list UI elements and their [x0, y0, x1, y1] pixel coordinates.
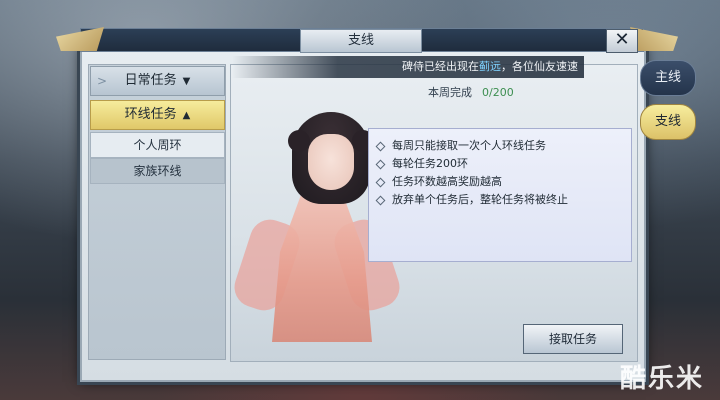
quest-rules-box: 每周只能接取一次个人环线任务 每轮任务200环 任务环数越高奖励越高 放弃单个任… — [368, 128, 632, 262]
close-button[interactable]: ✕ — [606, 29, 638, 53]
triangle-down-icon: ▼ — [182, 76, 191, 87]
diamond-bullet-icon — [375, 159, 386, 169]
subitem-personal-weekly-loop[interactable]: 个人周环 — [90, 132, 225, 158]
announcement-place: 蓟远 — [479, 60, 501, 73]
site-watermark: 酷乐米 — [620, 364, 705, 394]
category-label: 环线任务 — [124, 107, 177, 122]
window-title: 支线 — [300, 29, 422, 53]
subitem-family-loop[interactable]: 家族环线 — [90, 158, 225, 184]
diamond-bullet-icon — [375, 195, 386, 205]
tab-side-quest[interactable]: 支线 — [640, 104, 696, 140]
announcement-marquee: 碑侍已经出现在蓟远，各位仙友速速 — [232, 56, 584, 78]
npc-character-portrait — [229, 100, 405, 356]
rule-item: 每周只能接取一次个人环线任务 — [375, 137, 546, 153]
tab-main-quest[interactable]: 主线 — [640, 60, 696, 96]
rule-item: 放弃单个任务后，整轮任务将被终止 — [375, 191, 568, 207]
diamond-bullet-icon — [375, 177, 386, 187]
progress-value: 0/200 — [482, 86, 514, 99]
progress-label: 本周完成 — [428, 86, 472, 99]
diamond-bullet-icon — [375, 141, 386, 151]
rule-item: 任务环数越高奖励越高 — [375, 173, 502, 189]
category-daily-quests[interactable]: > 日常任务 ▼ — [90, 66, 225, 96]
triangle-up-icon: ▲ — [182, 110, 191, 121]
category-loop-quests[interactable]: 环线任务 ▲ — [90, 100, 225, 130]
weekly-progress: 本周完成 0/200 — [428, 84, 514, 100]
accept-quest-button[interactable]: 接取任务 — [523, 324, 623, 354]
chevron-right-icon: > — [97, 74, 108, 88]
category-label: 日常任务 — [124, 73, 177, 88]
rule-item: 每轮任务200环 — [375, 155, 468, 171]
